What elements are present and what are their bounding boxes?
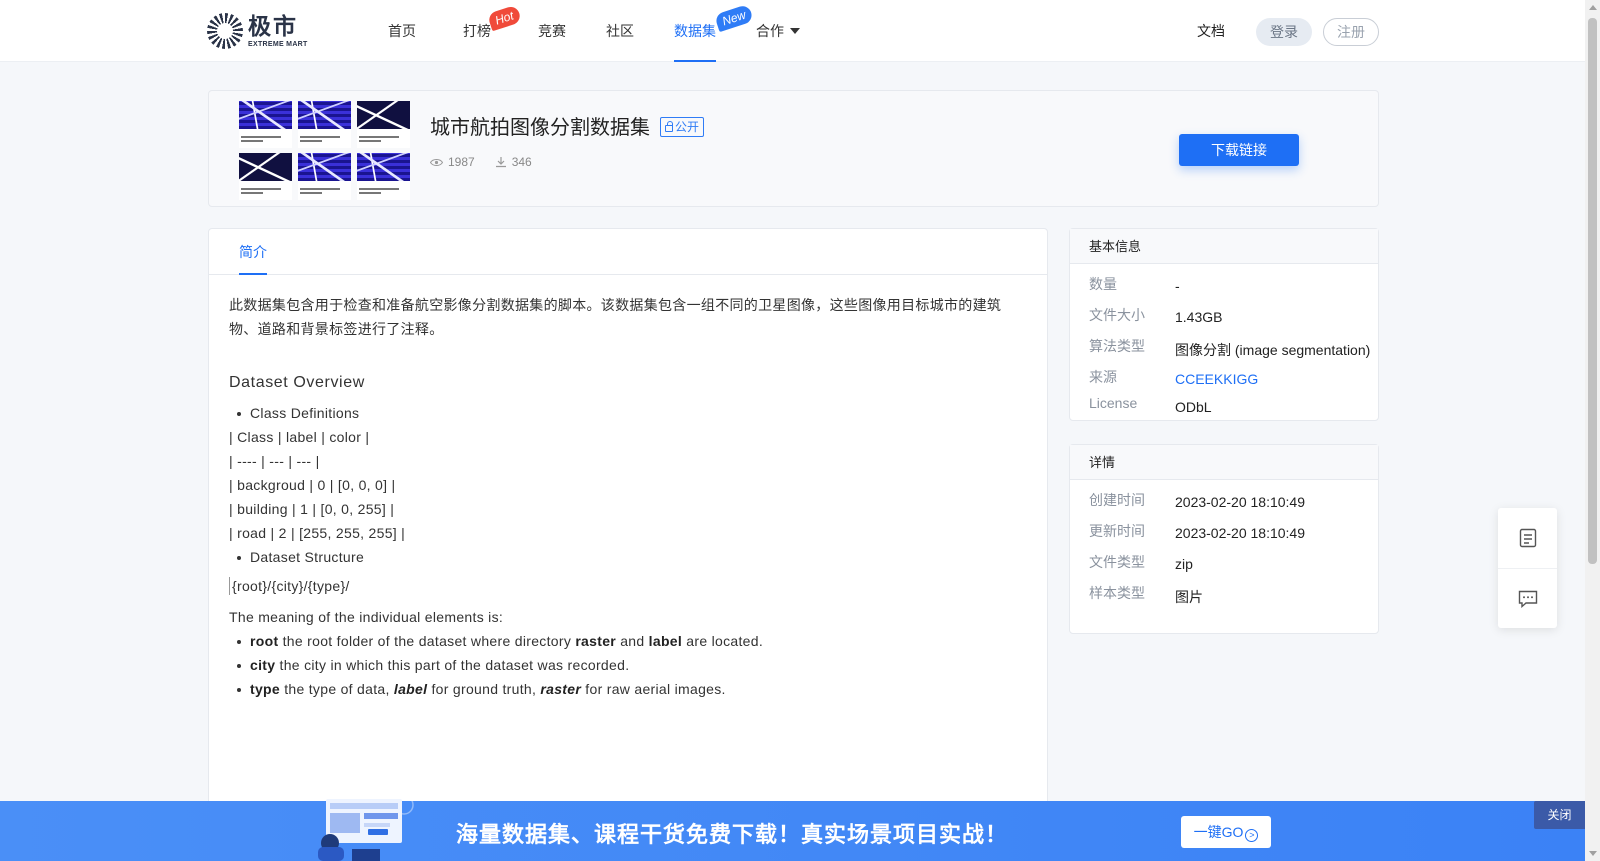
visibility-badge: 公开: [660, 117, 705, 137]
login-button[interactable]: 登录: [1256, 18, 1312, 46]
info-row: 算法类型 图像分割 (image segmentation): [1089, 338, 1371, 358]
details-card: 详情 创建时间 2023-02-20 18:10:49 更新时间 2023-02-2…: [1069, 444, 1379, 634]
download-icon: [495, 157, 506, 168]
meaning-text: The meaning of the individual elements i…: [229, 609, 504, 625]
list-item: type the type of data, label for ground …: [229, 677, 1027, 701]
info-row: 文件类型 zip: [1089, 554, 1193, 572]
logo-text: 极市: [248, 12, 298, 39]
dataset-header-card: 城市航拍图像分割数据集 公开 1987 346 下载链接: [208, 90, 1379, 207]
list-item: root the root folder of the dataset wher…: [229, 629, 1027, 653]
lock-icon: [665, 121, 673, 132]
info-row: 来源 CCEEKKIGG: [1089, 369, 1259, 387]
info-row: 创建时间 2023-02-20 18:10:49: [1089, 492, 1305, 510]
go-button[interactable]: 一键GO >: [1181, 816, 1271, 848]
notes-icon: [1519, 528, 1536, 548]
details-title: 详情: [1070, 445, 1378, 480]
description-content: 此数据集包含用于检查和准备航空影像分割数据集的脚本。该数据集包含一组不同的卫星图…: [209, 275, 1047, 719]
page-scrollbar[interactable]: [1585, 0, 1600, 861]
dataset-thumbnails: [239, 101, 410, 200]
nav-competition[interactable]: 竞赛: [538, 0, 566, 62]
table-line: | road | 2 | [255, 255, 255] |: [229, 525, 406, 541]
info-row: 数量 -: [1089, 276, 1180, 294]
arrow-right-icon: >: [1245, 829, 1259, 842]
nav-home[interactable]: 首页: [388, 0, 416, 62]
info-row: License ODbL: [1089, 395, 1212, 415]
code-block: {root}/{city}/{type}/: [229, 577, 1027, 595]
dataset-title: 城市航拍图像分割数据集: [430, 117, 650, 139]
new-badge: New: [714, 3, 754, 33]
thumbnail-image: [239, 153, 292, 200]
basic-info-card: 基本信息 数量 - 文件大小 1.43GB 算法类型 图像分割 (image segm…: [1069, 228, 1379, 421]
hot-badge: Hot: [486, 4, 522, 32]
logo-subtext: EXTREME MART: [248, 40, 308, 48]
nav-datasets[interactable]: 数据集 New: [674, 0, 754, 62]
info-row: 文件大小 1.43GB: [1089, 307, 1223, 325]
intro-paragraph: 此数据集包含用于检查和准备航空影像分割数据集的脚本。该数据集包含一组不同的卫星图…: [229, 297, 1002, 337]
list-item: city the city in which this part of the …: [229, 653, 1027, 677]
thumbnail-image: [357, 101, 410, 148]
nav-cooperation[interactable]: 合作: [756, 0, 800, 62]
register-button[interactable]: 注册: [1323, 18, 1379, 46]
logo-mark-icon: [207, 13, 243, 49]
scroll-up-icon[interactable]: [1589, 5, 1597, 10]
scroll-thumb[interactable]: [1588, 18, 1597, 564]
dataset-stats: 1987 346: [430, 155, 552, 169]
top-header: 极市 EXTREME MART 首页 打榜 Hot 竞赛 社区 数据集 New 合作…: [0, 0, 1585, 62]
download-link-button[interactable]: 下载链接: [1179, 134, 1299, 166]
scroll-down-icon[interactable]: [1589, 851, 1597, 856]
nav-leaderboard[interactable]: 打榜 Hot: [463, 0, 522, 62]
nav-community[interactable]: 社区: [606, 0, 634, 62]
table-line: | Class | label | color |: [229, 429, 370, 445]
docs-link[interactable]: 文档: [1197, 0, 1225, 62]
table-line: | ---- | --- | --- |: [229, 453, 320, 469]
message-icon: [1518, 590, 1537, 608]
basic-info-title: 基本信息: [1070, 229, 1378, 264]
tab-bar: 简介: [209, 229, 1047, 275]
overview-heading: Dataset Overview: [229, 374, 365, 391]
close-banner-button[interactable]: 关闭: [1534, 801, 1585, 829]
floating-toolbar: [1498, 508, 1557, 628]
logo[interactable]: 极市 EXTREME MART: [207, 13, 308, 49]
description-panel: 简介 此数据集包含用于检查和准备航空影像分割数据集的脚本。该数据集包含一组不同的…: [208, 228, 1048, 861]
views-stat: 1987: [430, 155, 475, 169]
source-link[interactable]: CCEEKKIGG: [1175, 371, 1258, 387]
promo-banner: 海量数据集、课程干货免费下载！真实场景项目实战！ 一键GO >: [0, 795, 1585, 861]
thumbnail-image: [298, 101, 351, 148]
promo-text: 海量数据集、课程干货免费下载！真实场景项目实战！: [456, 822, 1009, 847]
list-item: Class Definitions: [229, 401, 1027, 425]
thumbnail-image: [298, 153, 351, 200]
tab-intro[interactable]: 简介: [239, 229, 267, 275]
thumbnail-image: [357, 153, 410, 200]
info-row: 样本类型 图片: [1089, 585, 1203, 605]
caret-down-icon: [790, 28, 800, 34]
list-item: Dataset Structure: [229, 545, 1027, 569]
promo-illustration-icon: [318, 795, 414, 861]
notes-button[interactable]: [1498, 508, 1557, 568]
table-line: | backgroud | 0 | [0, 0, 0] |: [229, 477, 396, 493]
table-line: | building | 1 | [0, 0, 255] |: [229, 501, 395, 517]
feedback-button[interactable]: [1498, 568, 1557, 628]
eye-icon: [430, 158, 443, 166]
info-row: 更新时间 2023-02-20 18:10:49: [1089, 523, 1305, 541]
downloads-stat: 346: [495, 155, 532, 169]
thumbnail-image: [239, 101, 292, 148]
main-nav: 首页 打榜 Hot 竞赛 社区 数据集 New 合作: [388, 0, 800, 62]
